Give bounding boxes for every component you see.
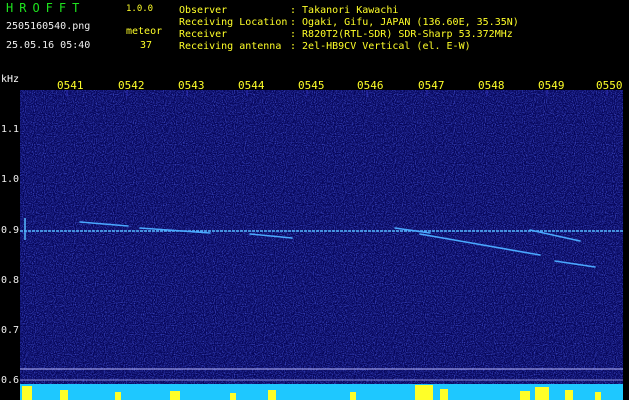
file-name: 2505160540.png: [6, 21, 91, 32]
info-key-receiver: Receiver: [179, 29, 228, 40]
meteor-label: meteor: [126, 26, 163, 37]
info-key-antenna: Receiving antenna: [179, 41, 282, 52]
header-panel: HROFFT 1.0.0 2505160540.png 25.05.16 05:…: [0, 0, 629, 78]
info-value-location: : Ogaki, Gifu, JAPAN (136.60E, 35.35N): [290, 17, 519, 28]
app-title: HROFFT: [6, 1, 86, 15]
y-tick: 0.6: [1, 375, 20, 386]
y-tick: 0.8: [1, 275, 20, 286]
info-value-observer: : Takanori Kawachi: [290, 5, 399, 16]
spectrogram-noise: [20, 90, 623, 400]
info-key-observer: Observer: [179, 5, 228, 16]
datetime: 25.05.16 05:40: [6, 40, 91, 51]
level-bars: [20, 384, 623, 400]
y-tick: 0.9: [1, 225, 20, 236]
axis-unit-label: kHz: [1, 74, 20, 85]
app-version: 1.0.0: [126, 4, 154, 14]
y-tick: 1.0: [1, 174, 20, 185]
y-tick: 1.1: [1, 124, 20, 135]
info-value-receiver: : R820T2(RTL-SDR) SDR-Sharp 53.372MHz: [290, 29, 513, 40]
y-tick: 0.7: [1, 325, 20, 336]
info-key-location: Receiving Location: [179, 17, 288, 28]
meteor-count: 37: [140, 40, 153, 51]
spectrogram: [20, 90, 623, 400]
info-value-antenna: : 2el-HB9CV Vertical (el. E-W): [290, 41, 471, 52]
